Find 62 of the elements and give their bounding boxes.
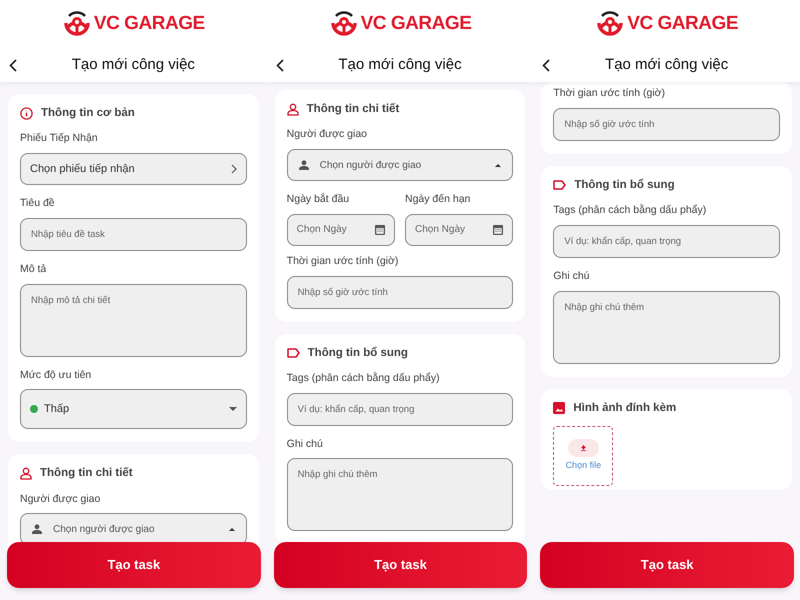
field-label: Tiêu đề — [20, 196, 56, 211]
input-field[interactable]: Nhập số giờ ước tính — [286, 276, 514, 308]
field-label: Ghi chú — [553, 268, 591, 284]
field-label: Thời gian ước tính (giờ) — [553, 86, 666, 101]
calendar-icon — [374, 224, 385, 236]
input-field[interactable]: Nhập số giờ ước tính — [553, 108, 780, 141]
calendar-icon — [493, 224, 504, 236]
upload-icon — [568, 439, 599, 457]
field-label: Ngày đến hạn — [404, 192, 472, 207]
create-task-button[interactable]: Tạo task — [274, 542, 528, 588]
back-icon — [276, 58, 284, 72]
info-icon — [20, 107, 33, 120]
input-field[interactable]: Ví dụ: khẩn cấp, quan trọng — [286, 392, 514, 426]
field-label: Người được giao — [286, 127, 368, 142]
brand-name: VC GARAGE — [360, 12, 472, 36]
section-title: Thông tin bổ sung — [574, 178, 675, 193]
page-title: Tạo mới công việc — [70, 54, 196, 75]
image-icon — [553, 402, 566, 414]
date-picker[interactable]: Chọn Ngày — [286, 214, 395, 246]
back-icon — [542, 58, 550, 72]
field-label: Tags (phân cách bằng dấu phẩy) — [553, 203, 708, 218]
page-title: Tạo mới công việc — [604, 54, 730, 75]
receipt-picker[interactable]: Chọn phiếu tiếp nhận — [20, 153, 247, 185]
file-upload-box[interactable]: Chọn file — [553, 426, 614, 486]
tag-icon — [286, 348, 300, 358]
field-label: Mức độ ưu tiên — [20, 368, 92, 382]
person-icon — [32, 524, 42, 534]
field-label: Ghi chú — [286, 436, 324, 452]
field-label: Mô tả — [20, 262, 48, 277]
field-label: Tags (phân cách bằng dấu phẩy) — [286, 370, 441, 386]
section-title: Thông tin chi tiết — [40, 466, 133, 482]
section-title: Thông tin cơ bản — [41, 106, 135, 121]
tag-icon — [553, 180, 566, 190]
person-icon — [298, 160, 309, 170]
input-field[interactable]: Ví dụ: khẩn cấp, quan trọng — [553, 224, 780, 258]
chevron-right-icon — [230, 164, 237, 174]
section-title: Thông tin chi tiết — [306, 102, 400, 117]
brand-name: VC GARAGE — [94, 12, 205, 36]
caret-up-icon — [228, 528, 235, 531]
priority-select[interactable]: Thấp — [20, 389, 247, 430]
field-label: Người được giao — [20, 492, 102, 506]
input-field[interactable]: Nhập tiêu đề task — [20, 218, 247, 251]
field-label: Thời gian ước tính (giờ) — [286, 254, 400, 269]
upload-label: Chọn file — [566, 459, 602, 472]
textarea-field[interactable]: Nhập mô tả chi tiết — [20, 284, 247, 356]
page-title: Tạo mới công việc — [337, 54, 463, 75]
caret-down-icon — [228, 407, 237, 412]
person-icon — [286, 103, 299, 116]
create-task-button[interactable]: Tạo task — [540, 542, 794, 588]
date-picker[interactable]: Chọn Ngày — [404, 214, 514, 246]
caret-up-icon — [495, 164, 502, 166]
section-title: Hình ảnh đính kèm — [573, 400, 676, 416]
textarea-field[interactable]: Nhập ghi chú thêm — [286, 458, 514, 532]
textarea-field[interactable]: Nhập ghi chú thêm — [553, 290, 780, 364]
field-label: Ngày bắt đầu — [286, 192, 350, 207]
field-label: Phiếu Tiếp Nhận — [20, 131, 99, 146]
assignee-select[interactable]: Chọn người được giao — [286, 149, 514, 181]
create-task-button[interactable]: Tạo task — [7, 542, 261, 588]
back-icon — [9, 58, 17, 72]
person-icon — [20, 467, 32, 480]
section-title: Thông tin bổ sung — [308, 346, 408, 360]
brand-name: VC GARAGE — [627, 12, 738, 36]
